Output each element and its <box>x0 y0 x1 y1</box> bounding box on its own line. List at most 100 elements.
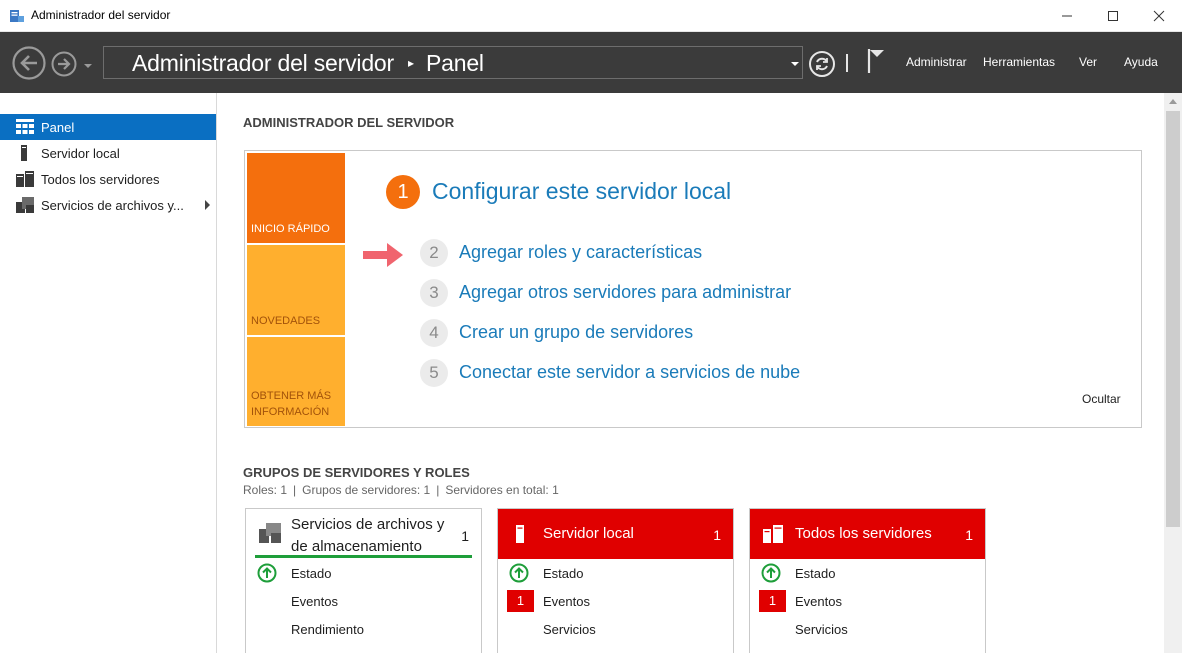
scrollbar-thumb[interactable] <box>1166 111 1180 527</box>
stat-server-groups: Grupos de servidores: 1 <box>302 483 431 497</box>
dashboard-icon <box>16 119 34 134</box>
sidebar-item-label: Todos los servidores <box>41 172 160 187</box>
step-number-badge: 3 <box>420 279 448 307</box>
card-header[interactable]: Todos los servidores 1 <box>750 509 985 559</box>
tile-label: NOVEDADES <box>251 315 321 327</box>
row-label: Estado <box>795 566 836 581</box>
card-all-servers[interactable]: Todos los servidores 1 Estado 1 Eventos … <box>749 508 986 653</box>
tile-novedades[interactable]: NOVEDADES <box>247 245 345 335</box>
row-label: Eventos <box>291 594 338 609</box>
maximize-button[interactable] <box>1090 0 1136 32</box>
minimize-button[interactable] <box>1044 0 1090 32</box>
step-connect-cloud-link[interactable]: Conectar este servidor a servicios de nu… <box>459 362 800 383</box>
tile-obtener-mas-informacion[interactable]: OBTENER MÁS INFORMACIÓN <box>247 337 345 426</box>
row-label: Servicios <box>795 622 848 637</box>
forward-button[interactable] <box>51 51 77 77</box>
refresh-icon <box>809 51 835 77</box>
menu-ver[interactable]: Ver <box>1079 55 1097 69</box>
card-row-servicios[interactable]: Servicios <box>498 618 733 642</box>
servers-icon <box>16 171 34 187</box>
tile-label: OBTENER MÁS INFORMACIÓN <box>251 390 332 418</box>
step-create-server-group-link[interactable]: Crear un grupo de servidores <box>459 322 693 343</box>
card-row-estado[interactable]: Estado <box>246 562 481 586</box>
sidebar-item-label: Servidor local <box>41 146 120 161</box>
hide-welcome-link[interactable]: Ocultar <box>1082 392 1121 406</box>
card-header[interactable]: Servidor local 1 <box>498 509 733 559</box>
card-row-estado[interactable]: Estado <box>498 562 733 586</box>
card-row-eventos[interactable]: Eventos <box>246 590 481 614</box>
server-icon <box>516 525 524 543</box>
status-ok-icon <box>509 563 529 583</box>
vertical-scrollbar[interactable] <box>1164 93 1182 653</box>
stat-total-servers: Servidores en total: 1 <box>445 483 559 497</box>
card-row-servicios[interactable]: Servicios <box>750 618 985 642</box>
row-label: Estado <box>543 566 584 581</box>
card-header[interactable]: Servicios de archivos y de almacenamient… <box>246 509 481 559</box>
scroll-up-icon[interactable] <box>1169 98 1177 104</box>
window-title: Administrador del servidor <box>31 8 171 22</box>
tile-inicio-rapido[interactable]: INICIO RÁPIDO <box>247 153 345 243</box>
alert-count-badge: 1 <box>759 590 786 612</box>
card-row-estado[interactable]: Estado <box>750 562 985 586</box>
maximize-icon <box>1108 11 1118 21</box>
card-title: Servidor local <box>543 525 634 542</box>
close-button[interactable] <box>1136 0 1182 32</box>
back-button[interactable] <box>12 46 46 80</box>
row-label: Servicios <box>543 622 596 637</box>
stat-roles: Roles: 1 <box>243 483 288 497</box>
section-title-groups: GRUPOS DE SERVIDORES Y ROLES <box>243 465 470 480</box>
sidebar-item-servicios-de-archivos[interactable]: Servicios de archivos y... <box>0 192 216 218</box>
breadcrumb[interactable]: Administrador del servidor ▸ Panel <box>103 46 803 79</box>
step-number-badge: 2 <box>420 239 448 267</box>
menu-ayuda[interactable]: Ayuda <box>1124 55 1158 69</box>
notifications-button[interactable] <box>866 47 886 75</box>
card-count: 1 <box>461 528 469 544</box>
alert-count-badge: 1 <box>507 590 534 612</box>
step-configure-local-server-link[interactable]: Configurar este servidor local <box>432 178 731 205</box>
card-title-line1: Servicios de archivos y <box>291 516 445 533</box>
section-title-server-manager: ADMINISTRADOR DEL SERVIDOR <box>243 115 455 130</box>
server-manager-app-icon <box>10 10 24 22</box>
step-add-servers-link[interactable]: Agregar otros servidores para administra… <box>459 282 791 303</box>
stat-separator: | <box>293 483 297 497</box>
sidebar-item-panel[interactable]: Panel <box>0 114 216 140</box>
status-ok-icon <box>257 563 277 583</box>
breadcrumb-current[interactable]: Panel <box>426 50 484 77</box>
row-label: Eventos <box>795 594 842 609</box>
title-bar: Administrador del servidor <box>0 0 1182 32</box>
chevron-right-icon[interactable] <box>204 200 211 210</box>
toolbar-divider <box>846 54 848 72</box>
card-file-storage-services[interactable]: Servicios de archivos y de almacenamient… <box>245 508 482 653</box>
refresh-button[interactable] <box>808 50 836 78</box>
card-local-server[interactable]: Servidor local 1 Estado 1 Eventos Servic… <box>497 508 734 653</box>
breadcrumb-dropdown-icon[interactable] <box>790 60 800 68</box>
breadcrumb-root[interactable]: Administrador del servidor <box>132 50 394 77</box>
sidebar-item-label: Servicios de archivos y... <box>41 198 184 213</box>
sidebar-item-label: Panel <box>41 120 75 135</box>
step-add-roles-link[interactable]: Agregar roles y características <box>459 242 702 263</box>
back-arrow-icon <box>12 46 46 80</box>
row-label: Estado <box>291 566 332 581</box>
sidebar-item-todos-los-servidores[interactable]: Todos los servidores <box>0 166 216 192</box>
server-icon <box>21 145 27 161</box>
menu-administrar[interactable]: Administrar <box>906 55 967 69</box>
menu-herramientas[interactable]: Herramientas <box>983 55 1055 69</box>
arrow-right-icon <box>363 243 403 267</box>
sidebar: Panel Servidor local Todos los servidore… <box>0 93 217 653</box>
stat-separator: | <box>436 483 440 497</box>
sidebar-item-servidor-local[interactable]: Servidor local <box>0 140 216 166</box>
step-number-badge: 4 <box>420 319 448 347</box>
welcome-panel: INICIO RÁPIDO NOVEDADES OBTENER MÁS INFO… <box>244 150 1142 428</box>
card-row-rendimiento[interactable]: Rendimiento <box>246 618 481 642</box>
status-ok-icon <box>761 563 781 583</box>
tile-label: INICIO RÁPIDO <box>251 223 330 235</box>
history-dropdown-button[interactable] <box>82 58 94 68</box>
row-label: Eventos <box>543 594 590 609</box>
close-icon <box>1153 10 1165 22</box>
minimize-icon <box>1062 15 1072 17</box>
forward-arrow-icon <box>51 51 77 77</box>
card-row-eventos[interactable]: 1 Eventos <box>498 590 733 614</box>
status-ok-underline <box>255 555 472 558</box>
card-count: 1 <box>965 527 973 543</box>
card-row-eventos[interactable]: 1 Eventos <box>750 590 985 614</box>
